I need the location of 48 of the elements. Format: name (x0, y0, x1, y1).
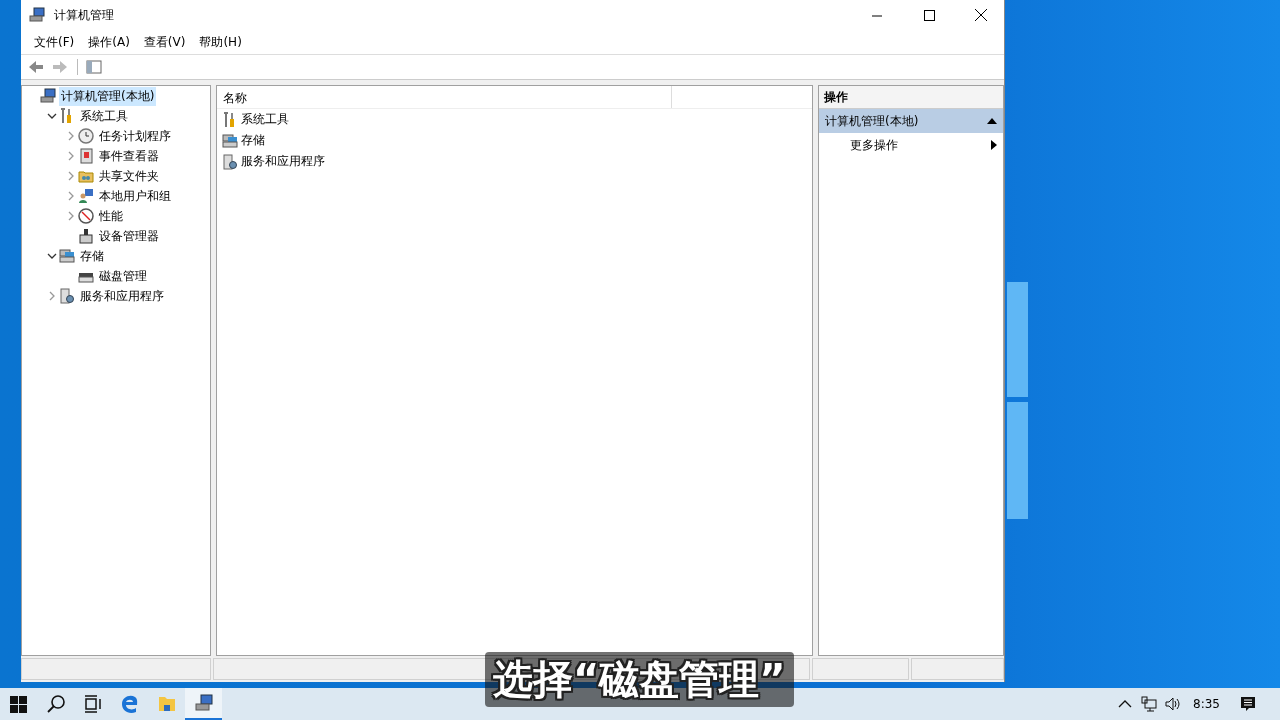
list-item[interactable]: 服务和应用程序 (239, 152, 327, 171)
tree-item[interactable]: 服务和应用程序 (78, 286, 166, 306)
computer-management-icon[interactable] (193, 693, 214, 713)
notification-icon[interactable] (1240, 696, 1256, 712)
users-icon (78, 188, 94, 204)
collapse-triangle-icon (987, 117, 997, 125)
list-item[interactable]: 系统工具 (239, 110, 291, 129)
gauge-icon (78, 208, 94, 224)
browser-icon[interactable] (119, 694, 140, 714)
computer-icon (29, 7, 45, 23)
actions-header: 操作 (819, 86, 1003, 109)
actions-section[interactable]: 计算机管理(本地) (819, 109, 1003, 133)
tree-item[interactable]: 计算机管理(本地) (59, 86, 157, 106)
menu-item[interactable]: 帮助(H) (192, 31, 249, 53)
window-title: 计算机管理 (54, 6, 115, 24)
network-icon[interactable] (1141, 696, 1158, 712)
tree-item[interactable]: 本地用户和组 (97, 186, 173, 206)
tree-item[interactable]: 任务计划程序 (97, 126, 173, 146)
tree-item[interactable]: 事件查看器 (97, 146, 161, 166)
computer-icon (40, 88, 56, 104)
submenu-arrow-icon (991, 140, 997, 150)
task-view-icon[interactable] (82, 694, 103, 714)
windows-start-icon (10, 695, 27, 713)
clock-icon (78, 128, 94, 144)
server-gear-icon (222, 153, 238, 170)
maximize-icon (923, 9, 935, 21)
tree-item[interactable]: 存储 (78, 246, 106, 266)
tree-item[interactable]: 设备管理器 (97, 226, 161, 246)
tree-item[interactable]: 共享文件夹 (97, 166, 161, 186)
tree-item[interactable]: 系统工具 (78, 106, 130, 126)
column-header[interactable]: 名称 (217, 86, 672, 108)
folder-icon[interactable] (156, 694, 177, 714)
shared-folder-icon (78, 168, 94, 184)
clock-time[interactable]: 8:35 (1193, 697, 1220, 711)
tree-item[interactable]: 磁盘管理 (97, 266, 149, 286)
menu-item[interactable]: 操作(A) (81, 31, 137, 53)
menu-item[interactable]: 文件(F) (27, 31, 82, 53)
storage-icon (59, 248, 75, 264)
menu-item[interactable]: 查看(V) (136, 31, 193, 53)
list-item[interactable]: 存储 (239, 131, 267, 150)
tree-item[interactable]: 性能 (97, 206, 125, 226)
server-gear-icon (59, 288, 75, 304)
search-icon[interactable] (45, 694, 66, 714)
storage-icon (222, 132, 238, 149)
close-icon (975, 9, 987, 21)
device-icon (78, 228, 94, 244)
volume-icon[interactable] (1165, 696, 1182, 712)
log-book-icon (78, 148, 94, 164)
